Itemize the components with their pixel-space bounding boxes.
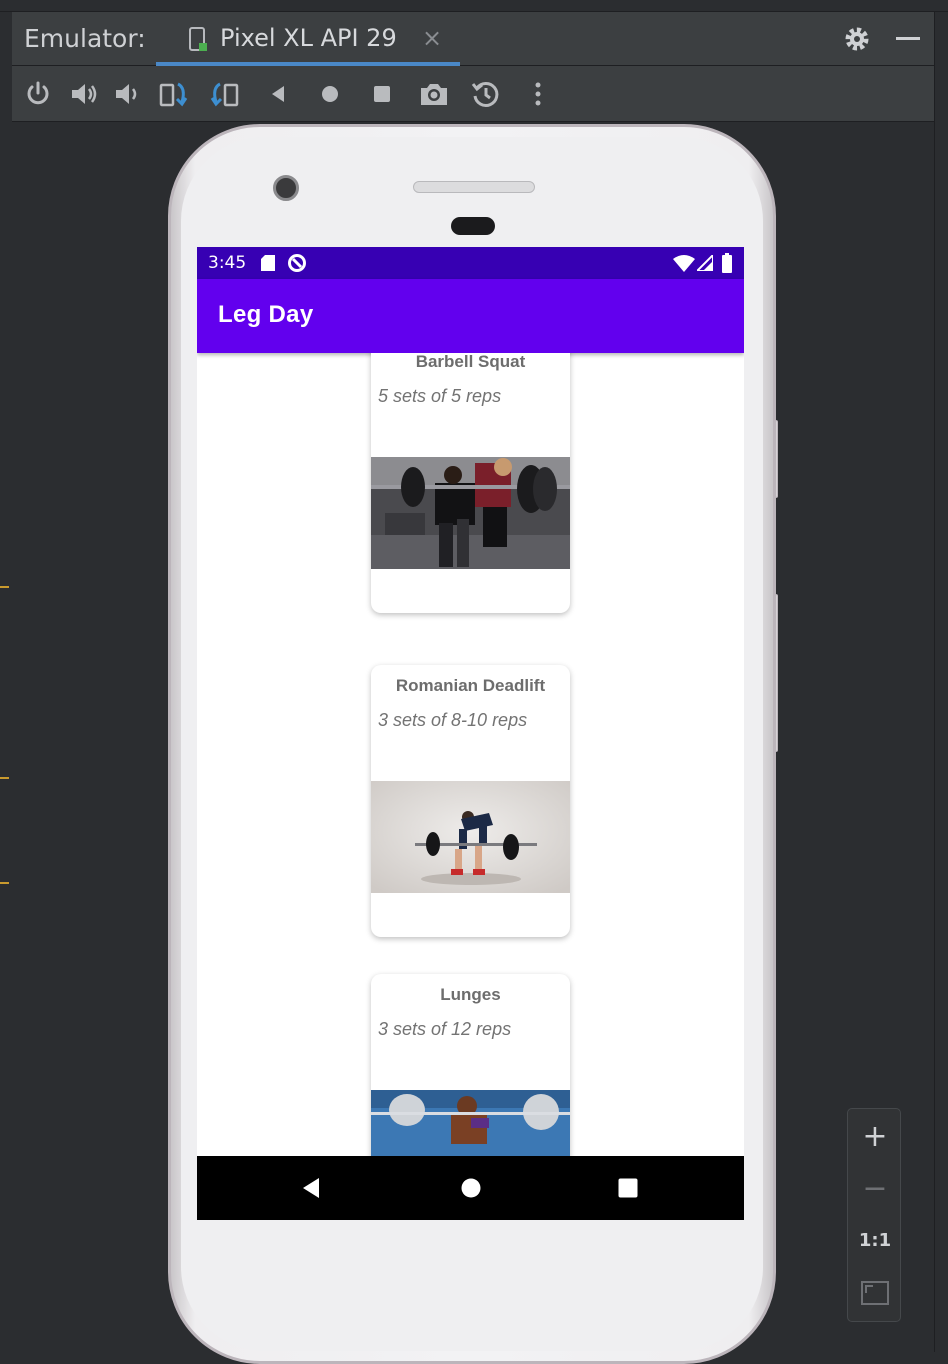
front-camera [273, 175, 299, 201]
rotate-right-icon[interactable] [208, 78, 240, 110]
wifi-icon [673, 255, 695, 272]
nav-home-icon[interactable] [461, 1178, 481, 1198]
zoom-out-button[interactable]: − [848, 1169, 902, 1209]
tab-pixel-xl-api-29[interactable]: Pixel XL API 29 × [156, 12, 460, 66]
nav-back-icon[interactable] [301, 1178, 321, 1198]
home-icon[interactable] [314, 78, 346, 110]
exercise-card-lunges[interactable]: Lunges 3 sets of 12 reps [371, 974, 570, 1156]
window-top-strip [0, 0, 948, 12]
exercise-sets: 5 sets of 5 reps [378, 386, 502, 406]
status-time: 3:45 [208, 253, 247, 273]
volume-down-icon[interactable] [112, 78, 144, 110]
minimize-icon[interactable] [896, 37, 920, 40]
speaker-grille [413, 181, 535, 193]
gear-icon[interactable] [842, 24, 872, 54]
system-nav-bar [197, 1156, 744, 1220]
exercise-sets: 3 sets of 12 reps [378, 1019, 512, 1039]
camera-icon[interactable] [418, 78, 450, 110]
gutter-marker [0, 777, 9, 779]
right-gutter [934, 12, 948, 1352]
android-studio-window: Emulator: Pixel XL API 29 × 3:45 Leg Day… [0, 0, 948, 1364]
exercise-card-romanian-deadlift[interactable]: Romanian Deadlift 3 sets of 8-10 reps [371, 665, 570, 937]
gutter-marker [0, 586, 9, 588]
barbell-squat-photo [371, 457, 570, 569]
exercise-list[interactable]: Barbell Squat 5 sets of 5 reps Romanian … [197, 353, 744, 1156]
snapshot-icon[interactable] [470, 78, 502, 110]
device-icon [189, 27, 207, 51]
more-icon[interactable] [522, 78, 554, 110]
romanian-deadlift-photo [371, 781, 570, 893]
emulator-panel-label: Emulator: [24, 24, 146, 53]
overview-icon[interactable] [366, 78, 398, 110]
left-gutter [0, 122, 12, 1352]
app-bar: Leg Day [197, 279, 744, 353]
app-title: Leg Day [218, 301, 314, 328]
cell-signal-icon [697, 255, 713, 271]
nav-overview-icon[interactable] [618, 1178, 638, 1198]
sd-card-icon [261, 255, 275, 271]
lunges-photo [371, 1090, 570, 1156]
zoom-in-button[interactable]: + [848, 1117, 902, 1157]
exercise-name: Barbell Squat [415, 353, 526, 371]
exercise-card-barbell-squat[interactable]: Barbell Squat 5 sets of 5 reps [371, 353, 570, 613]
status-bar: 3:45 [197, 247, 744, 279]
back-icon[interactable] [262, 78, 294, 110]
exercise-sets: 3 sets of 8-10 reps [378, 710, 528, 730]
exercise-name: Lunges [440, 985, 501, 1004]
tab-title: Pixel XL API 29 [220, 24, 397, 52]
emulator-toolbar [12, 66, 934, 122]
rotate-left-icon[interactable] [158, 78, 190, 110]
zoom-actual-size-button[interactable]: 1:1 [848, 1221, 902, 1261]
data-saver-icon [288, 254, 306, 272]
emulator-tab-bar: Emulator: Pixel XL API 29 × [12, 12, 934, 66]
zoom-controls: + − 1:1 [847, 1108, 901, 1322]
battery-icon [722, 253, 732, 273]
device-screen[interactable]: 3:45 Leg Day Barbell Squat 5 sets of 5 r… [197, 247, 744, 1220]
gutter-marker [0, 882, 9, 884]
fit-screen-icon[interactable] [861, 1281, 889, 1305]
volume-up-icon[interactable] [68, 78, 100, 110]
earpiece [451, 217, 495, 235]
close-tab-icon[interactable]: × [422, 24, 442, 52]
power-icon[interactable] [22, 78, 54, 110]
exercise-name: Romanian Deadlift [395, 676, 546, 695]
